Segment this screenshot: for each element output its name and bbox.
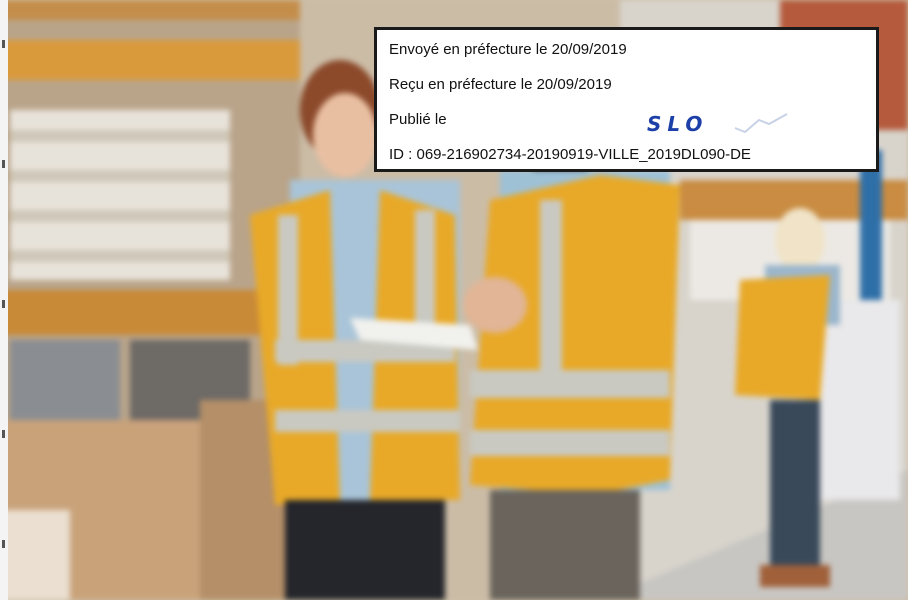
slo-logo-text: SLO xyxy=(647,112,708,136)
edge-mark xyxy=(2,160,5,168)
prefecture-stamp: Envoyé en préfecture le 20/09/2019 Reçu … xyxy=(374,27,879,172)
id-line: ID : 069-216902734-20190919-VILLE_2019DL… xyxy=(389,146,751,163)
edge-mark xyxy=(2,300,5,308)
slo-logo-icon: SLO xyxy=(647,112,788,136)
edge-mark xyxy=(2,40,5,48)
published-line-row: Publié le SLO xyxy=(389,106,864,141)
received-line: Reçu en préfecture le 20/09/2019 xyxy=(389,76,612,93)
published-line: Publié le xyxy=(389,111,447,128)
edge-mark xyxy=(2,430,5,438)
left-edge-strip xyxy=(0,0,8,600)
edge-mark xyxy=(2,540,5,548)
sent-line: Envoyé en préfecture le 20/09/2019 xyxy=(389,41,627,58)
